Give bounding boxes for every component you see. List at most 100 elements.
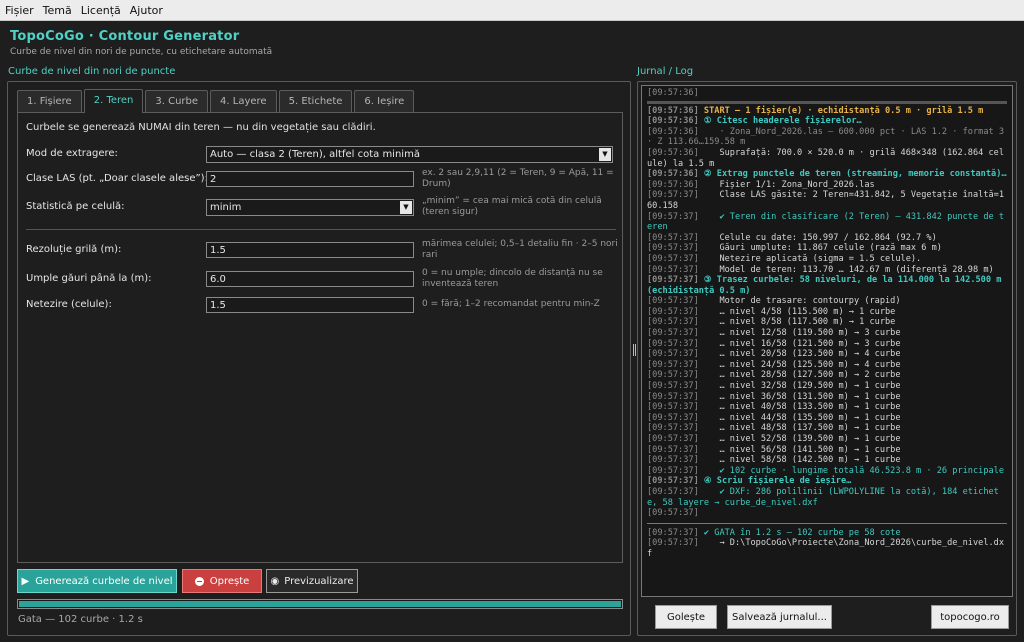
app-subtitle: Curbe de nivel din nori de puncte, cu et… bbox=[10, 47, 273, 57]
log-line: [09:57:37] … nivel 36/58 (131.500 m) → 1… bbox=[647, 392, 1007, 403]
stat-hint: „minim” = cea mai mică cotă din celulă (… bbox=[422, 196, 602, 217]
tab-layers[interactable]: 4. Layere bbox=[210, 90, 277, 112]
log-line: [09:57:37] ✔ Teren din clasificare (2 Te… bbox=[647, 212, 1007, 233]
tab-files[interactable]: 1. Fișiere bbox=[17, 90, 82, 112]
log-text: … nivel 58/58 (142.500 m) → 1 curbe bbox=[698, 455, 901, 466]
holes-hint: 0 = nu umple; dincolo de distanță nu se … bbox=[422, 268, 603, 289]
log-timestamp: [09:57:37] bbox=[647, 381, 699, 392]
log-timestamp: [09:57:37] bbox=[647, 275, 699, 286]
log-text: … nivel 56/58 (141.500 m) → 1 curbe bbox=[698, 444, 901, 455]
log-line: [09:57:36] · Zona_Nord_2026.las — 600.00… bbox=[647, 127, 1007, 148]
grid-label: Rezoluție grilă (m): bbox=[26, 244, 122, 255]
log-text: ② Extrag punctele de teren (streaming, m… bbox=[698, 169, 1007, 180]
clear-log-button[interactable]: Golește bbox=[655, 605, 717, 629]
tab-labels[interactable]: 5. Etichete bbox=[278, 90, 353, 112]
log-output[interactable]: [09:57:36] [09:57:36] START — 1 fișier(e… bbox=[641, 85, 1013, 597]
log-timestamp: [09:57:37] bbox=[647, 264, 699, 275]
log-timestamp: [09:57:37] bbox=[647, 444, 699, 455]
log-text: · Zona_Nord_2026.las — 600.000 pct · LAS… bbox=[647, 126, 1010, 148]
log-text: Motor de trasare: contourpy (rapid) bbox=[698, 296, 901, 307]
generate-button-label: Generează curbele de nivel bbox=[35, 575, 173, 587]
log-timestamp: [09:57:37] bbox=[647, 391, 699, 402]
log-line: [09:57:36] START — 1 fișier(e) · echidis… bbox=[647, 106, 1007, 117]
log-text: … nivel 8/58 (117.500 m) → 1 curbe bbox=[698, 317, 896, 328]
chevron-down-icon: ▼ bbox=[400, 201, 412, 214]
preview-button-label: Previzualizare bbox=[284, 575, 354, 587]
stat-select[interactable]: minim ▼ bbox=[206, 199, 414, 216]
log-line: [09:57:37] ✔ 102 curbe · lungime totală … bbox=[647, 466, 1007, 477]
log-divider bbox=[647, 100, 1007, 104]
smooth-input[interactable] bbox=[206, 297, 414, 313]
generate-button[interactable]: ▶ Generează curbele de nivel bbox=[17, 569, 177, 593]
log-line: [09:57:37] ✔ GATA în 1.2 s — 102 curbe p… bbox=[647, 528, 1007, 539]
stat-select-value: minim bbox=[210, 202, 242, 213]
log-line: [09:57:37] … nivel 58/58 (142.500 m) → 1… bbox=[647, 455, 1007, 466]
tab-output[interactable]: 6. Ieșire bbox=[354, 90, 415, 112]
log-line: [09:57:37] Model de teren: 113.70 … 142.… bbox=[647, 265, 1007, 276]
menu-help[interactable]: Ajutor bbox=[130, 4, 163, 17]
log-text: ✔ DXF: 286 polilinii (LWPOLYLINE la cotă… bbox=[647, 486, 999, 508]
log-line: [09:57:37] … nivel 16/58 (121.500 m) → 3… bbox=[647, 339, 1007, 350]
grid-input[interactable] bbox=[206, 242, 414, 258]
log-text: ④ Scriu fișierele de ieșire… bbox=[698, 476, 852, 487]
log-text: Celule cu date: 150.997 / 162.864 (92.7 … bbox=[698, 232, 937, 243]
stop-icon bbox=[194, 576, 204, 586]
mode-select[interactable]: Auto — clasa 2 (Teren), altfel cota mini… bbox=[206, 146, 613, 163]
save-log-button[interactable]: Salvează jurnalul... bbox=[727, 605, 832, 629]
log-text: … nivel 48/58 (137.500 m) → 1 curbe bbox=[698, 423, 901, 434]
mode-label: Mod de extragere: bbox=[26, 148, 118, 159]
log-line: [09:57:37] Celule cu date: 150.997 / 162… bbox=[647, 233, 1007, 244]
log-text: Suprafață: 700.0 × 520.0 m · grilă 468×3… bbox=[647, 147, 1005, 169]
stop-button[interactable]: Oprește bbox=[182, 569, 262, 593]
log-timestamp: [09:57:37] bbox=[647, 476, 699, 487]
terrain-note: Curbele se generează NUMAI din teren — n… bbox=[26, 122, 376, 133]
log-timestamp: [09:57:36] bbox=[647, 105, 699, 116]
log-line: [09:57:37] … nivel 12/58 (119.500 m) → 3… bbox=[647, 328, 1007, 339]
log-line: [09:57:37] Netezire aplicată (sigma = 1.… bbox=[647, 254, 1007, 265]
log-text: … nivel 44/58 (135.500 m) → 1 curbe bbox=[698, 412, 901, 423]
log-timestamp: [09:57:37] bbox=[647, 253, 699, 264]
app-title: TopoCoGo · Contour Generator bbox=[10, 29, 240, 44]
panel-splitter-handle[interactable] bbox=[633, 344, 636, 356]
log-timestamp: [09:57:37] bbox=[647, 296, 699, 307]
website-button[interactable]: topocogo.ro bbox=[931, 605, 1009, 629]
log-line: [09:57:36] ① Citesc headerele fișierelor… bbox=[647, 116, 1007, 127]
menu-file[interactable]: Fișier bbox=[5, 4, 34, 17]
stat-label: Statistică pe celulă: bbox=[26, 201, 125, 212]
log-line: [09:57:37] … nivel 8/58 (117.500 m) → 1 … bbox=[647, 317, 1007, 328]
log-text: ③ Trasez curbele: 58 niveluri, de la 114… bbox=[647, 275, 1007, 296]
tab-terrain[interactable]: 2. Teren bbox=[83, 89, 144, 113]
log-timestamp: [09:57:37] bbox=[647, 243, 699, 254]
log-timestamp: [09:57:37] bbox=[647, 508, 699, 519]
log-divider bbox=[647, 522, 1007, 524]
holes-input[interactable] bbox=[206, 271, 414, 287]
log-text: Fișier 1/1: Zona_Nord_2026.las bbox=[698, 179, 875, 190]
left-section-title: Curbe de nivel din nori de puncte bbox=[8, 66, 176, 77]
log-text: … nivel 28/58 (127.500 m) → 2 curbe bbox=[698, 370, 901, 381]
log-text: … nivel 20/58 (123.500 m) → 4 curbe bbox=[698, 349, 901, 360]
divider bbox=[26, 229, 616, 230]
log-line: [09:57:37] … nivel 48/58 (137.500 m) → 1… bbox=[647, 423, 1007, 434]
tab-bar: 1. Fișiere 2. Teren 3. Curbe 4. Layere 5… bbox=[17, 89, 416, 113]
log-text: … nivel 16/58 (121.500 m) → 3 curbe bbox=[698, 338, 901, 349]
log-line: [09:57:37] … nivel 24/58 (125.500 m) → 4… bbox=[647, 360, 1007, 371]
log-line: [09:57:37] … nivel 4/58 (115.500 m) → 1 … bbox=[647, 307, 1007, 318]
menu-license[interactable]: Licență bbox=[81, 4, 121, 17]
status-text: Gata — 102 curbe · 1.2 s bbox=[18, 614, 143, 625]
tab-contours[interactable]: 3. Curbe bbox=[145, 90, 209, 112]
log-timestamp: [09:57:36] bbox=[647, 116, 699, 127]
log-line: [09:57:37] ✔ DXF: 286 polilinii (LWPOLYL… bbox=[647, 487, 1007, 508]
smooth-hint: 0 = fără; 1–2 recomandat pentru min-Z bbox=[422, 299, 600, 309]
holes-label: Umple găuri până la (m): bbox=[26, 273, 152, 284]
chevron-down-icon: ▼ bbox=[599, 148, 611, 161]
preview-button[interactable]: ◉ Previzualizare bbox=[266, 569, 358, 593]
log-text: ✔ GATA în 1.2 s — 102 curbe pe 58 cote bbox=[698, 527, 901, 538]
log-line: [09:57:36] Suprafață: 700.0 × 520.0 m · … bbox=[647, 148, 1007, 169]
classes-input[interactable] bbox=[206, 171, 414, 187]
log-timestamp: [09:57:37] bbox=[647, 423, 699, 434]
log-line: [09:57:37] ③ Trasez curbele: 58 niveluri… bbox=[647, 275, 1007, 296]
classes-hint: ex. 2 sau 2,9,11 (2 = Teren, 9 = Apă, 11… bbox=[422, 168, 614, 189]
log-line: [09:57:37] Clase LAS găsite: 2 Teren=431… bbox=[647, 190, 1007, 211]
menu-theme[interactable]: Temă bbox=[43, 4, 72, 17]
log-text: Model de teren: 113.70 … 142.67 m (difer… bbox=[698, 264, 994, 275]
